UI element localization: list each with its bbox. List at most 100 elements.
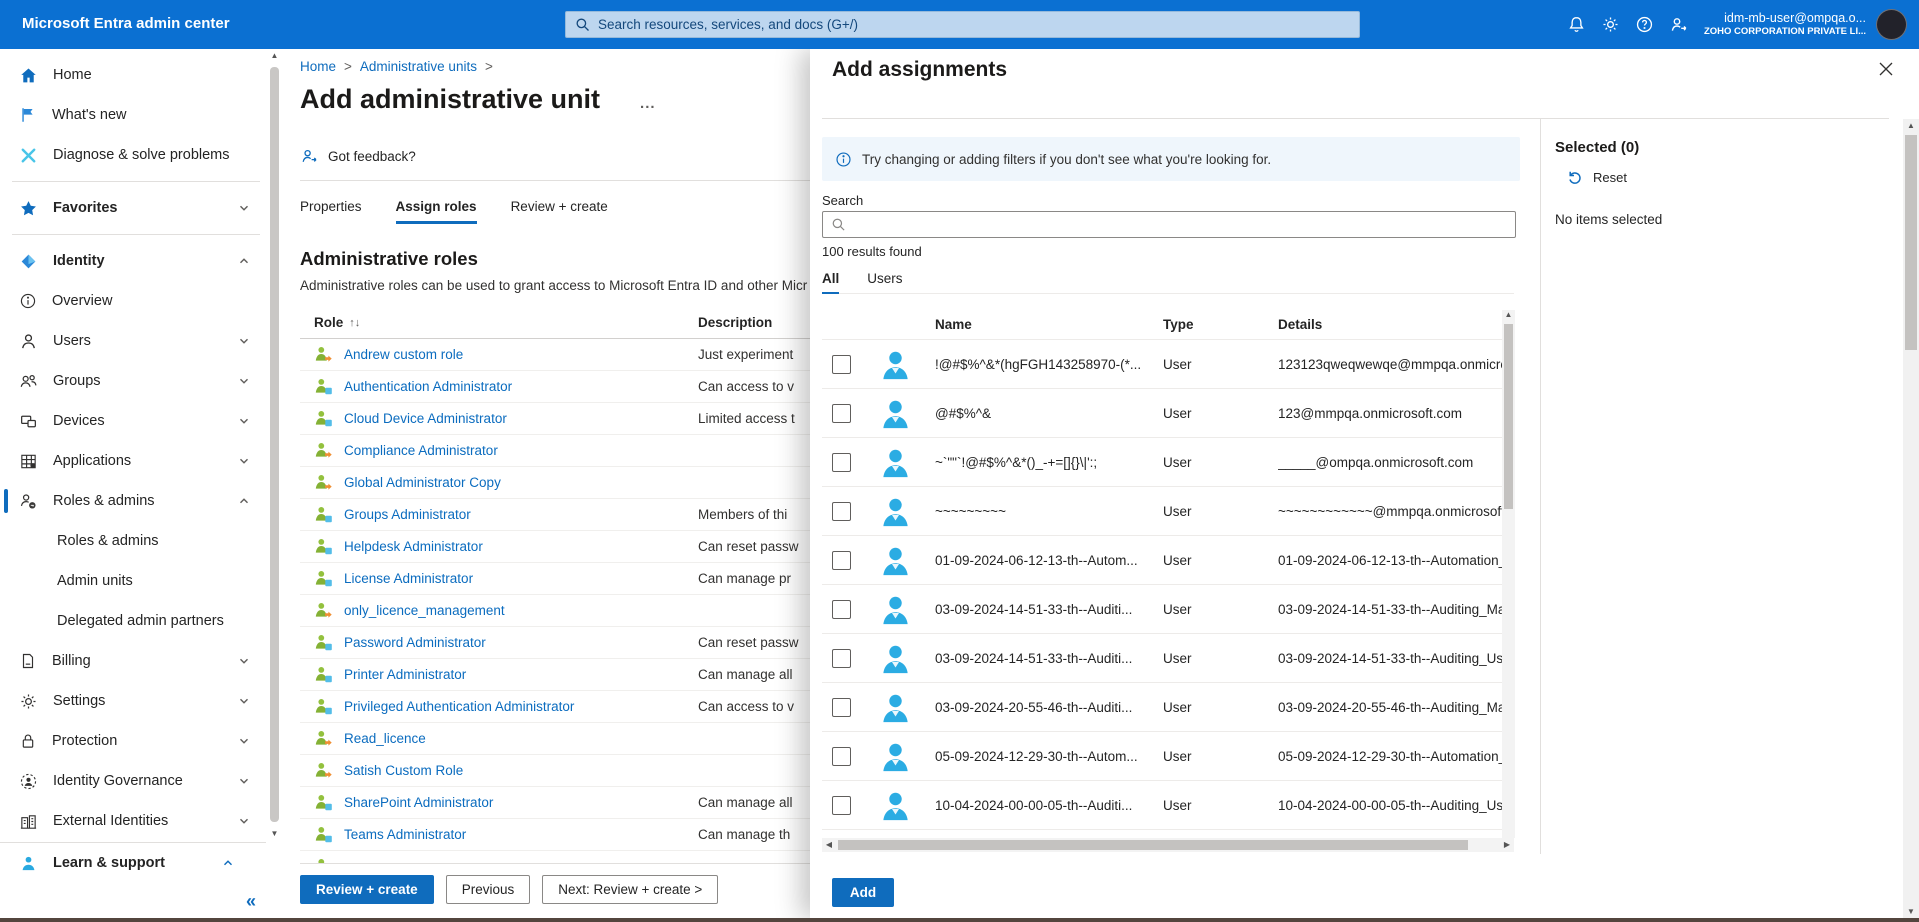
reset-button[interactable]: Reset xyxy=(1567,169,1895,185)
role-link[interactable]: Printer Administrator xyxy=(344,667,466,682)
list-horizontal-scrollbar[interactable]: ◀ ▶ xyxy=(822,838,1514,852)
sidebar-item-settings[interactable]: Settings xyxy=(0,681,282,721)
sidebar-scrollbar[interactable]: ▲ ▼ xyxy=(268,51,281,838)
panel-scrollbar[interactable]: ▲ ▼ xyxy=(1903,119,1919,918)
role-link[interactable]: Password Administrator xyxy=(344,635,486,650)
sidebar-item-external-identities[interactable]: External Identities xyxy=(0,801,282,841)
row-checkbox[interactable] xyxy=(832,796,851,815)
scroll-up-arrow-icon[interactable]: ▲ xyxy=(1502,310,1515,319)
list-item[interactable]: 03-09-2024-20-55-46-th--Auditi...User03-… xyxy=(822,683,1514,732)
list-item[interactable]: 05-09-2024-12-29-30-th--Autom...User05-0… xyxy=(822,732,1514,781)
row-checkbox[interactable] xyxy=(832,747,851,766)
column-role[interactable]: Role xyxy=(314,315,343,330)
sidebar-item-admin-units[interactable]: Admin units xyxy=(0,561,282,601)
row-checkbox[interactable] xyxy=(832,600,851,619)
role-link[interactable]: Global Administrator Copy xyxy=(344,475,501,490)
close-icon[interactable] xyxy=(1879,62,1893,76)
tab-properties[interactable]: Properties xyxy=(300,199,362,224)
sidebar-item-identity-governance[interactable]: Identity Governance xyxy=(0,761,282,801)
panel-search-input[interactable] xyxy=(852,217,1507,232)
previous-button[interactable]: Previous xyxy=(446,875,531,904)
global-search-input[interactable] xyxy=(598,17,1350,32)
scrollbar-thumb[interactable] xyxy=(1905,135,1917,350)
breadcrumb-home[interactable]: Home xyxy=(300,59,336,74)
sidebar-item-favorites[interactable]: Favorites xyxy=(0,188,282,228)
sidebar-item-roles-admins[interactable]: Roles & admins xyxy=(0,481,282,521)
settings-gear-icon[interactable] xyxy=(1594,4,1628,46)
role-link[interactable]: Helpdesk Administrator xyxy=(344,539,483,554)
role-link[interactable]: Cloud Device Administrator xyxy=(344,411,507,426)
row-checkbox[interactable] xyxy=(832,453,851,472)
scroll-up-arrow-icon[interactable]: ▲ xyxy=(1903,121,1919,130)
breadcrumb-admin-units[interactable]: Administrative units xyxy=(360,59,477,74)
role-link[interactable]: Groups Administrator xyxy=(344,507,471,522)
overflow-menu-icon[interactable]: ... xyxy=(640,95,656,112)
row-checkbox[interactable] xyxy=(832,355,851,374)
list-item[interactable]: 10-04-2024-00-00-05-th--Auditi...User10-… xyxy=(822,781,1514,830)
role-link[interactable]: only_licence_management xyxy=(344,603,505,618)
global-search[interactable] xyxy=(565,11,1360,38)
role-link[interactable]: SharePoint Administrator xyxy=(344,795,493,810)
sidebar-item-protection[interactable]: Protection xyxy=(0,721,282,761)
scrollbar-thumb[interactable] xyxy=(1504,324,1513,509)
role-link[interactable]: Read_licence xyxy=(344,731,426,746)
role-link[interactable]: License Administrator xyxy=(344,571,473,586)
role-custom-icon xyxy=(314,345,334,365)
next-button[interactable]: Next: Review + create > xyxy=(542,875,718,904)
list-item[interactable]: ~`""`!@#$%^&*()_-+=[]{}\|':;User_____@om… xyxy=(822,438,1514,487)
list-item[interactable]: 01-09-2024-06-12-13-th--Autom...User01-0… xyxy=(822,536,1514,585)
sidebar-item-home[interactable]: Home xyxy=(0,55,282,95)
scrollbar-thumb[interactable] xyxy=(838,840,1468,850)
list-item[interactable]: !@#$%^&*(hgFGH143258970-(*...User123123q… xyxy=(822,340,1514,389)
tab-all[interactable]: All xyxy=(822,271,839,294)
sidebar-item-label: Favorites xyxy=(53,200,117,216)
sidebar-collapse-button[interactable]: « xyxy=(246,891,256,912)
role-link[interactable]: Authentication Administrator xyxy=(344,379,512,394)
list-item[interactable]: @#$%^&User123@mmpqa.onmicrosoft.com xyxy=(822,389,1514,438)
scroll-down-arrow-icon[interactable]: ▼ xyxy=(268,829,281,838)
sidebar-item-overview[interactable]: Overview xyxy=(0,281,282,321)
sidebar-item-identity[interactable]: Identity xyxy=(0,241,282,281)
feedback-icon[interactable] xyxy=(1662,4,1696,46)
help-icon[interactable] xyxy=(1628,4,1662,46)
avatar[interactable] xyxy=(1876,9,1907,40)
row-checkbox[interactable] xyxy=(832,502,851,521)
sidebar-item-devices[interactable]: Devices xyxy=(0,401,282,441)
row-checkbox[interactable] xyxy=(832,649,851,668)
panel-search[interactable] xyxy=(822,211,1516,238)
review-create-button[interactable]: Review + create xyxy=(300,875,434,904)
sidebar-item-whats-new[interactable]: What's new xyxy=(0,95,282,135)
row-checkbox[interactable] xyxy=(832,404,851,423)
role-link[interactable]: Andrew custom role xyxy=(344,347,463,362)
scroll-down-arrow-icon[interactable]: ▼ xyxy=(1903,907,1919,916)
sidebar-item-applications[interactable]: Applications xyxy=(0,441,282,481)
role-link[interactable]: Privileged Authentication Administrator xyxy=(344,699,574,714)
sidebar-item-learn-support[interactable]: Learn & support xyxy=(0,843,266,883)
list-item[interactable]: 03-09-2024-14-51-33-th--Auditi...User03-… xyxy=(822,585,1514,634)
tab-review-create[interactable]: Review + create xyxy=(511,199,608,224)
scrollbar-thumb[interactable] xyxy=(270,67,279,822)
sidebar-item-delegated-admin-partners[interactable]: Delegated admin partners xyxy=(0,601,282,641)
tab-assign-roles[interactable]: Assign roles xyxy=(396,199,477,224)
role-link[interactable]: Satish Custom Role xyxy=(344,763,463,778)
tab-users[interactable]: Users xyxy=(867,271,902,294)
sidebar-item-billing[interactable]: Billing xyxy=(0,641,282,681)
notifications-bell-icon[interactable] xyxy=(1560,4,1594,46)
role-link[interactable]: Compliance Administrator xyxy=(344,443,498,458)
scroll-right-arrow-icon[interactable]: ▶ xyxy=(1500,838,1514,852)
row-checkbox[interactable] xyxy=(832,551,851,570)
list-item[interactable]: ~~~~~~~~~User~~~~~~~~~~~~@mmpqa.onmicros… xyxy=(822,487,1514,536)
row-checkbox[interactable] xyxy=(832,698,851,717)
sort-icon[interactable]: ↑↓ xyxy=(349,317,360,329)
scroll-left-arrow-icon[interactable]: ◀ xyxy=(822,838,836,852)
sidebar-item-roles-admins-sub[interactable]: Roles & admins xyxy=(0,521,282,561)
list-item[interactable]: 03-09-2024-14-51-33-th--Auditi...User03-… xyxy=(822,634,1514,683)
scroll-up-arrow-icon[interactable]: ▲ xyxy=(268,51,281,60)
sidebar-item-diagnose[interactable]: Diagnose & solve problems xyxy=(0,135,282,175)
sidebar-item-users[interactable]: Users xyxy=(0,321,282,361)
add-button[interactable]: Add xyxy=(832,878,894,907)
account-info[interactable]: idm-mb-user@ompqa.o... ZOHO CORPORATION … xyxy=(1704,11,1866,39)
sidebar-item-groups[interactable]: Groups xyxy=(0,361,282,401)
role-link[interactable]: Teams Administrator xyxy=(344,827,466,842)
list-vertical-scrollbar[interactable]: ▲ xyxy=(1502,310,1515,838)
